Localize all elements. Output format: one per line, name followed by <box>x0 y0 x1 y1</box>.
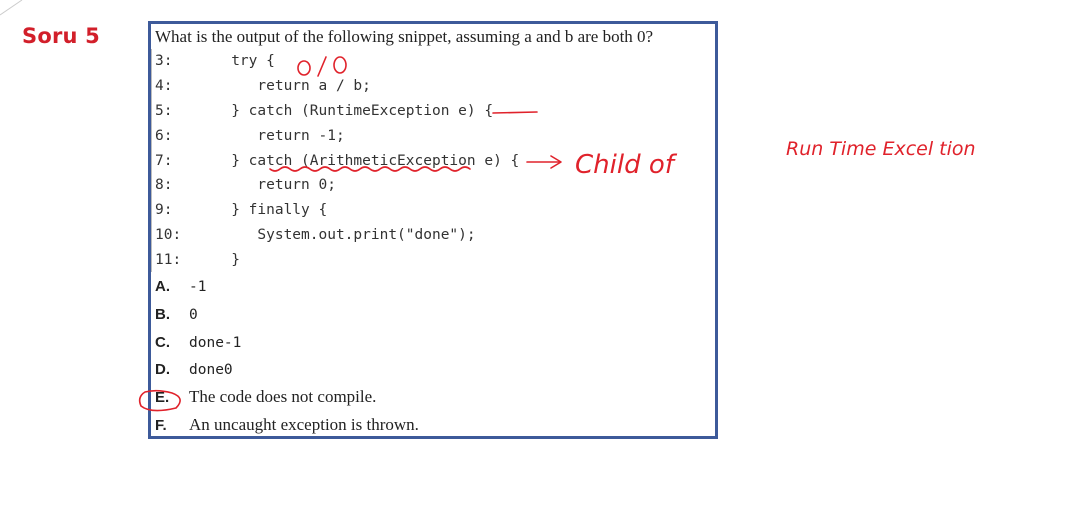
arithmetic-underline <box>269 166 471 172</box>
arrow-icon <box>526 155 562 169</box>
catch-runtime-dash <box>492 111 538 114</box>
answer-circle <box>138 389 181 412</box>
handwritten-annotations: Child of Run Time Excel tion <box>138 56 976 412</box>
runtime-exception-note: Run Time Excel tion <box>786 138 976 160</box>
child-of-note: Child of <box>575 150 678 180</box>
zero-over-zero-note <box>297 56 347 77</box>
